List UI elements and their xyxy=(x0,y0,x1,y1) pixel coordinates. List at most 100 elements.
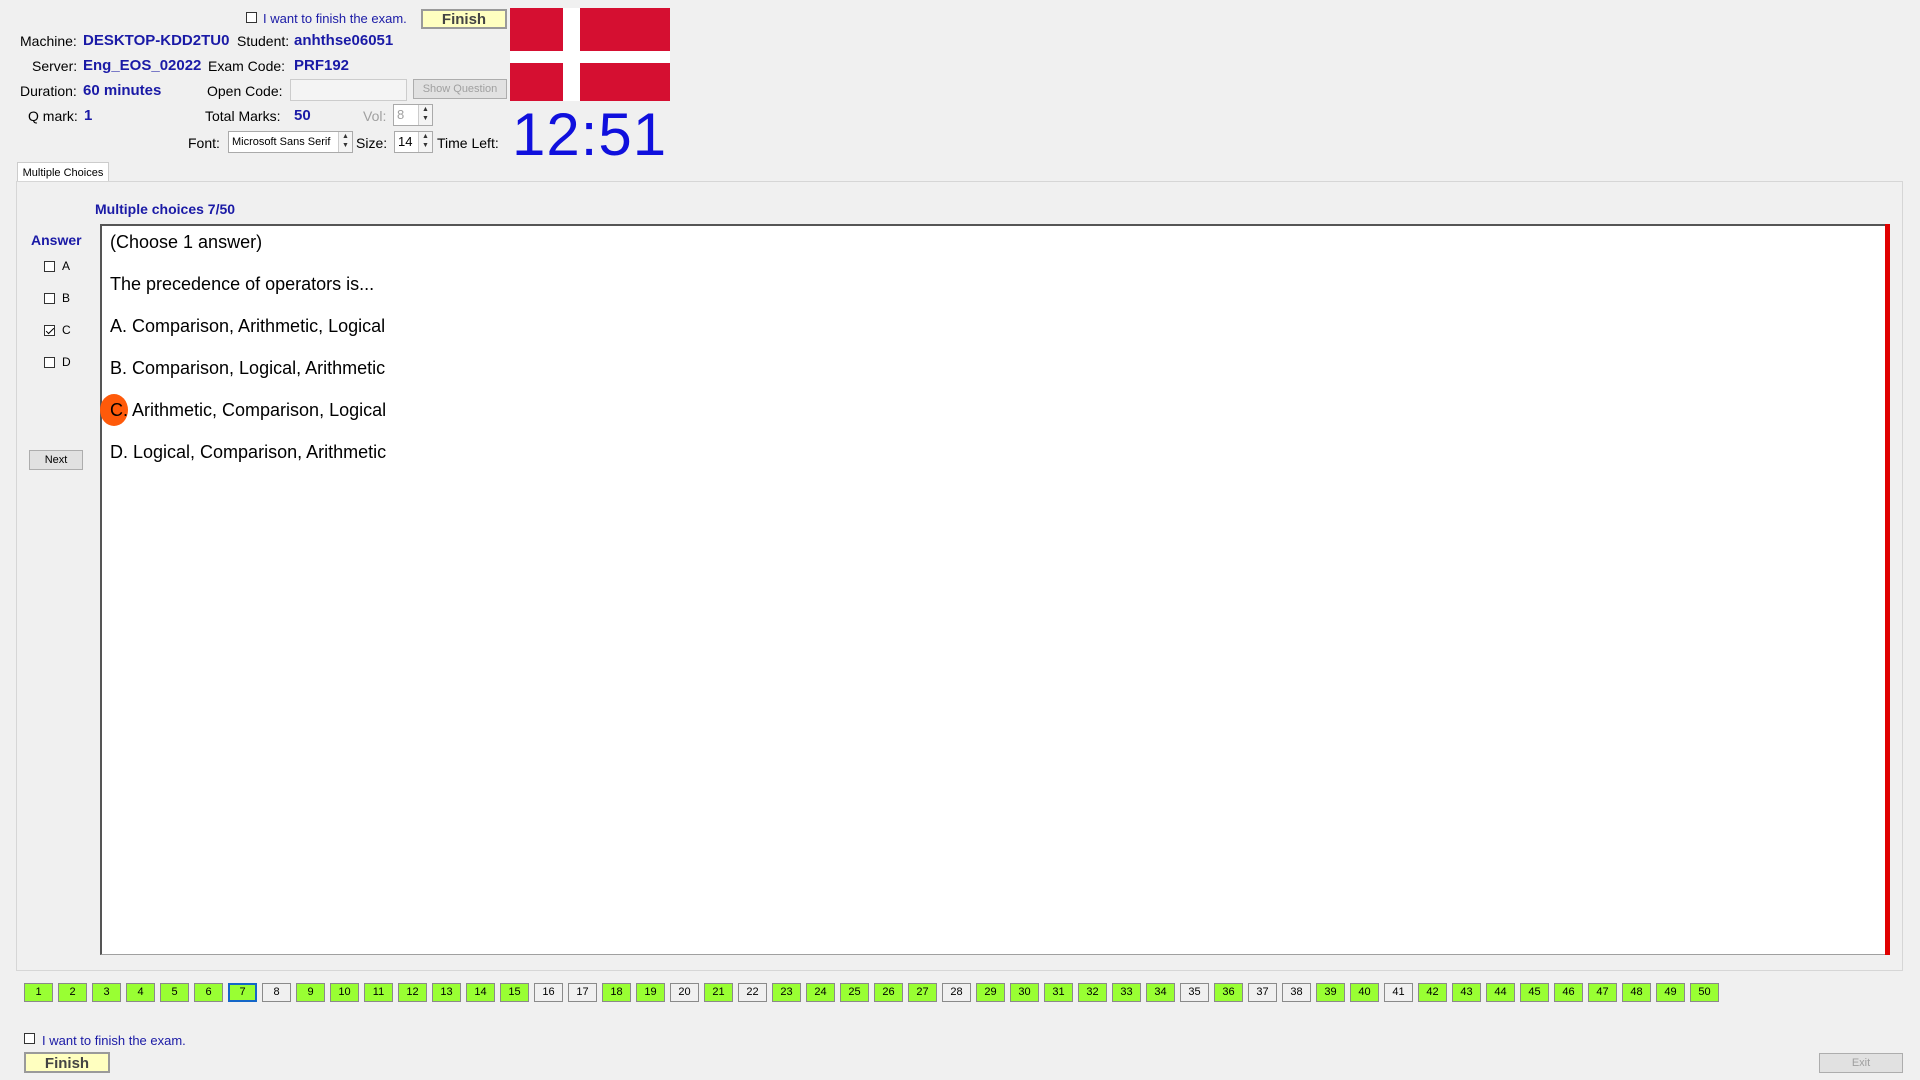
vol-label: Vol: xyxy=(363,108,387,124)
question-nav-button-49[interactable]: 49 xyxy=(1656,983,1685,1002)
size-stepper[interactable]: 14 ▲ ▼ xyxy=(394,131,433,153)
question-nav-button-18[interactable]: 18 xyxy=(602,983,631,1002)
finish-exam-checkbox-label-bottom[interactable]: I want to finish the exam. xyxy=(42,1033,186,1048)
question-nav-button-32[interactable]: 32 xyxy=(1078,983,1107,1002)
answer-option-label: C xyxy=(62,323,71,337)
question-nav-button-29[interactable]: 29 xyxy=(976,983,1005,1002)
question-nav-button-48[interactable]: 48 xyxy=(1622,983,1651,1002)
finish-exam-checkbox-bottom[interactable] xyxy=(24,1033,35,1044)
finish-button-bottom[interactable]: Finish xyxy=(24,1052,110,1073)
question-nav-button-43[interactable]: 43 xyxy=(1452,983,1481,1002)
chevron-down-icon[interactable]: ▲ ▼ xyxy=(338,132,352,152)
question-instruction: (Choose 1 answer) xyxy=(110,232,263,252)
exam-code-label: Exam Code: xyxy=(208,58,286,74)
question-nav-button-34[interactable]: 34 xyxy=(1146,983,1175,1002)
duration-label: Duration: xyxy=(20,83,77,99)
question-nav-button-19[interactable]: 19 xyxy=(636,983,665,1002)
answer-option-label: D xyxy=(62,355,71,369)
total-marks-value: 50 xyxy=(294,107,311,124)
question-nav-button-22[interactable]: 22 xyxy=(738,983,767,1002)
open-code-input[interactable] xyxy=(290,79,407,101)
vol-value: 8 xyxy=(397,107,405,122)
question-nav-button-20[interactable]: 20 xyxy=(670,983,699,1002)
server-value: Eng_EOS_02022 xyxy=(83,57,202,74)
next-button[interactable]: Next xyxy=(29,450,83,470)
question-nav-button-6[interactable]: 6 xyxy=(194,983,223,1002)
question-nav-button-44[interactable]: 44 xyxy=(1486,983,1515,1002)
answer-checkbox-b[interactable] xyxy=(44,293,55,304)
duration-value: 60 minutes xyxy=(83,82,162,99)
question-nav-button-39[interactable]: 39 xyxy=(1316,983,1345,1002)
exam-code-value: PRF192 xyxy=(294,57,350,74)
question-nav-button-23[interactable]: 23 xyxy=(772,983,801,1002)
question-nav-button-33[interactable]: 33 xyxy=(1112,983,1141,1002)
question-nav-button-36[interactable]: 36 xyxy=(1214,983,1243,1002)
question-option-text: A. Comparison, Arithmetic, Logical xyxy=(110,316,386,336)
question-nav-button-35[interactable]: 35 xyxy=(1180,983,1209,1002)
scroll-indicator-bar xyxy=(1885,224,1890,955)
finish-button-top[interactable]: Finish xyxy=(421,9,507,29)
question-nav-button-17[interactable]: 17 xyxy=(568,983,597,1002)
question-nav-button-11[interactable]: 11 xyxy=(364,983,393,1002)
question-nav-button-15[interactable]: 15 xyxy=(500,983,529,1002)
font-value: Microsoft Sans Serif xyxy=(232,136,331,148)
question-nav-button-31[interactable]: 31 xyxy=(1044,983,1073,1002)
question-option-text: C. Arithmetic, Comparison, Logical xyxy=(110,400,387,420)
exit-button[interactable]: Exit xyxy=(1819,1053,1903,1073)
total-marks-label: Total Marks: xyxy=(205,108,281,124)
question-nav-button-47[interactable]: 47 xyxy=(1588,983,1617,1002)
student-label: Student: xyxy=(237,33,290,49)
machine-label: Machine: xyxy=(20,33,77,49)
answer-checkbox-d[interactable] xyxy=(44,357,55,368)
qmark-label: Q mark: xyxy=(28,108,78,124)
question-nav-button-42[interactable]: 42 xyxy=(1418,983,1447,1002)
tab-multiple-choices[interactable]: Multiple Choices xyxy=(17,162,109,182)
question-nav-button-27[interactable]: 27 xyxy=(908,983,937,1002)
question-nav-button-41[interactable]: 41 xyxy=(1384,983,1413,1002)
question-nav-button-46[interactable]: 46 xyxy=(1554,983,1583,1002)
server-label: Server: xyxy=(32,58,78,74)
question-nav-button-2[interactable]: 2 xyxy=(58,983,87,1002)
question-nav-button-30[interactable]: 30 xyxy=(1010,983,1039,1002)
answer-title: Answer xyxy=(31,232,82,248)
question-nav-button-26[interactable]: 26 xyxy=(874,983,903,1002)
finish-exam-checkbox-label[interactable]: I want to finish the exam. xyxy=(263,11,407,26)
question-nav-button-40[interactable]: 40 xyxy=(1350,983,1379,1002)
vol-stepper[interactable]: 8 ▲ ▼ xyxy=(393,104,433,126)
question-nav-button-16[interactable]: 16 xyxy=(534,983,563,1002)
question-nav-button-5[interactable]: 5 xyxy=(160,983,189,1002)
question-stem: The precedence of operators is... xyxy=(110,274,375,294)
question-nav-button-7[interactable]: 7 xyxy=(228,983,257,1002)
font-select[interactable]: Microsoft Sans Serif ▲ ▼ xyxy=(228,131,353,153)
stepper-arrows-icon[interactable]: ▲ ▼ xyxy=(418,105,432,125)
question-nav-button-37[interactable]: 37 xyxy=(1248,983,1277,1002)
finish-exam-checkbox[interactable] xyxy=(246,12,257,23)
question-nav-button-10[interactable]: 10 xyxy=(330,983,359,1002)
question-counter: Multiple choices 7/50 xyxy=(95,201,236,217)
answer-checkbox-a[interactable] xyxy=(44,261,55,272)
question-nav-button-14[interactable]: 14 xyxy=(466,983,495,1002)
question-nav-button-1[interactable]: 1 xyxy=(24,983,53,1002)
question-nav-button-25[interactable]: 25 xyxy=(840,983,869,1002)
answer-checkbox-c[interactable] xyxy=(44,325,55,336)
question-nav-button-12[interactable]: 12 xyxy=(398,983,427,1002)
question-nav-button-3[interactable]: 3 xyxy=(92,983,121,1002)
stepper-arrows-icon[interactable]: ▲ ▼ xyxy=(418,132,432,152)
question-option-text: D. Logical, Comparison, Arithmetic xyxy=(110,442,387,462)
show-question-button[interactable]: Show Question xyxy=(413,79,507,99)
question-nav-button-13[interactable]: 13 xyxy=(432,983,461,1002)
qmark-value: 1 xyxy=(84,107,93,124)
question-nav-button-28[interactable]: 28 xyxy=(942,983,971,1002)
size-label: Size: xyxy=(356,135,388,151)
question-text-area: (Choose 1 answer) The precedence of opera… xyxy=(100,224,1889,955)
question-nav-button-9[interactable]: 9 xyxy=(296,983,325,1002)
question-nav-button-38[interactable]: 38 xyxy=(1282,983,1311,1002)
question-nav-button-21[interactable]: 21 xyxy=(704,983,733,1002)
question-nav-button-4[interactable]: 4 xyxy=(126,983,155,1002)
question-nav-button-45[interactable]: 45 xyxy=(1520,983,1549,1002)
machine-value: DESKTOP-KDD2TU0 xyxy=(83,32,230,49)
countdown-timer: 12:51 xyxy=(512,101,668,168)
question-nav-button-50[interactable]: 50 xyxy=(1690,983,1719,1002)
question-nav-button-24[interactable]: 24 xyxy=(806,983,835,1002)
question-nav-button-8[interactable]: 8 xyxy=(262,983,291,1002)
